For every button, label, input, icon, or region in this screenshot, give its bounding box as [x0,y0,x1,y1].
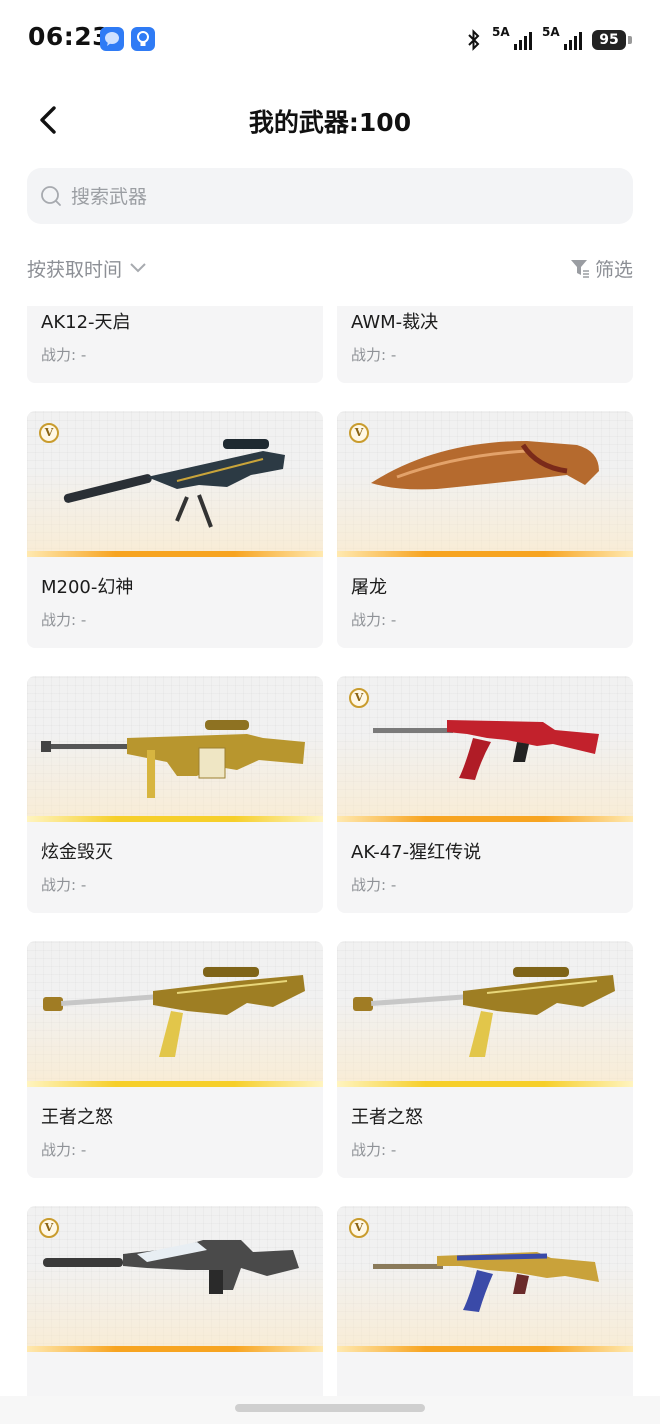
weapon-card[interactable]: V [27,1206,323,1398]
battery-indicator: 95 [592,30,632,50]
weapon-power: 战力: - [351,346,397,364]
weapon-name: 炫金毁灭 [41,842,113,863]
search-icon [41,186,61,206]
rarity-bar [337,816,633,822]
weapon-image [337,941,633,1087]
weapon-name: AK12-天启 [41,312,131,333]
rarity-bar [337,551,633,557]
weapon-card[interactable]: AK12-天启 战力: - [27,306,323,383]
weapon-power: 战力: - [41,1141,87,1159]
search-bar[interactable] [27,168,633,226]
lightbulb-icon [131,27,155,51]
chevron-down-icon [130,263,146,273]
weapon-card[interactable]: 王者之怒战力: - [337,941,633,1178]
vip-badge-icon: V [39,423,59,443]
bluetooth-icon [468,29,480,51]
sort-label: 按获取时间 [27,258,123,281]
page-title: 我的武器:100 [248,108,412,137]
home-indicator[interactable] [235,1404,425,1412]
search-input[interactable] [69,168,613,226]
weapon-card[interactable]: AWM-裁决 战力: - [337,306,633,383]
weapon-power: 战力: - [351,1141,397,1159]
signal-strength-2: 5A [542,25,582,52]
filter-icon [570,260,589,278]
rarity-bar [337,1081,633,1087]
weapon-name: 王者之怒 [351,1107,423,1128]
filter-button[interactable]: 筛选 [569,254,633,282]
weapon-card[interactable]: V M200-幻神 战力: - [27,411,323,648]
weapon-name: M200-幻神 [41,577,134,598]
weapon-name: AWM-裁决 [351,312,439,333]
weapon-image [337,1206,633,1352]
rarity-bar [27,816,323,822]
weapon-name: 屠龙 [351,577,387,598]
rarity-bar [337,1346,633,1352]
weapon-image [27,676,323,822]
weapon-name: AK-47-猩红传说 [351,842,482,863]
rarity-bar [27,551,323,557]
weapon-card[interactable]: V 屠龙战力: - [337,411,633,648]
weapon-power: 战力: - [41,611,87,629]
weapon-power: 战力: - [41,346,87,364]
weapon-image [337,411,633,557]
rarity-bar [27,1346,323,1352]
filter-label: 筛选 [594,258,633,281]
status-bar: 06:23 5A 5A 95 [0,0,660,80]
sort-dropdown[interactable]: 按获取时间 [27,254,148,282]
battery-level: 95 [592,30,626,50]
rarity-bar [27,1081,323,1087]
vip-badge-icon: V [349,688,369,708]
weapon-image [337,676,633,822]
weapon-card[interactable]: 王者之怒战力: - [27,941,323,1178]
weapon-card[interactable]: V AK-47-猩红传说 战力: - [337,676,633,913]
weapon-image [27,1206,323,1352]
signal-strength-1: 5A [492,25,532,52]
message-icon [100,27,124,51]
vip-badge-icon: V [349,423,369,443]
weapon-card[interactable]: 炫金毁灭战力: - [27,676,323,913]
weapon-card[interactable]: V [337,1206,633,1398]
weapon-image [27,411,323,557]
weapon-power: 战力: - [351,876,397,894]
weapon-image [27,941,323,1087]
vip-badge-icon: V [39,1218,59,1238]
status-time: 06:23 [28,22,111,51]
vip-badge-icon: V [349,1218,369,1238]
weapon-list[interactable]: AK12-天启 战力: - AWM-裁决 战力: - V M200-幻神 战力: - V 屠龙战… [0,306,660,1398]
weapon-power: 战力: - [351,611,397,629]
weapon-power: 战力: - [41,876,87,894]
weapon-name: 王者之怒 [41,1107,113,1128]
